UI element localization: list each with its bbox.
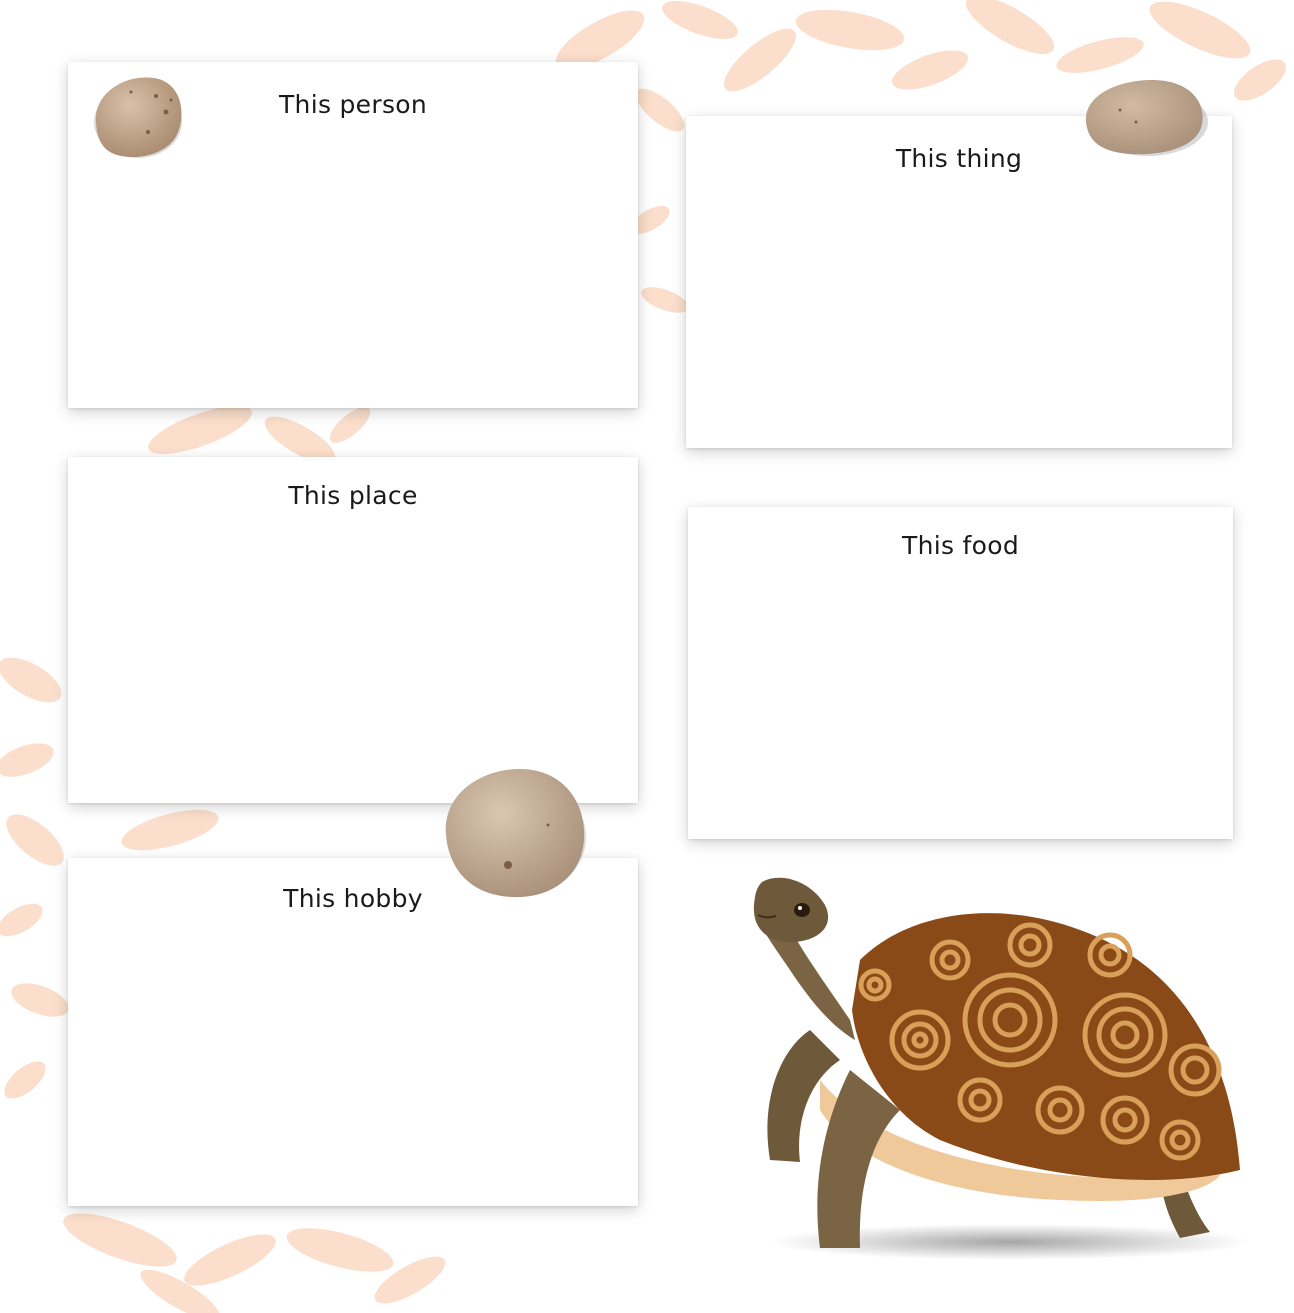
tortoise-illustration [753,877,1250,1260]
card-place[interactable]: This place [68,457,638,803]
pebble-icon [1085,80,1208,156]
card-title-place: This place [288,481,418,510]
card-thing[interactable]: This thing [686,116,1232,448]
pebble-icon [94,77,182,158]
pebble-icon [445,769,586,898]
card-title-food: This food [902,531,1019,560]
card-food[interactable]: This food [688,507,1233,839]
card-hobby[interactable]: This hobby [68,858,638,1206]
